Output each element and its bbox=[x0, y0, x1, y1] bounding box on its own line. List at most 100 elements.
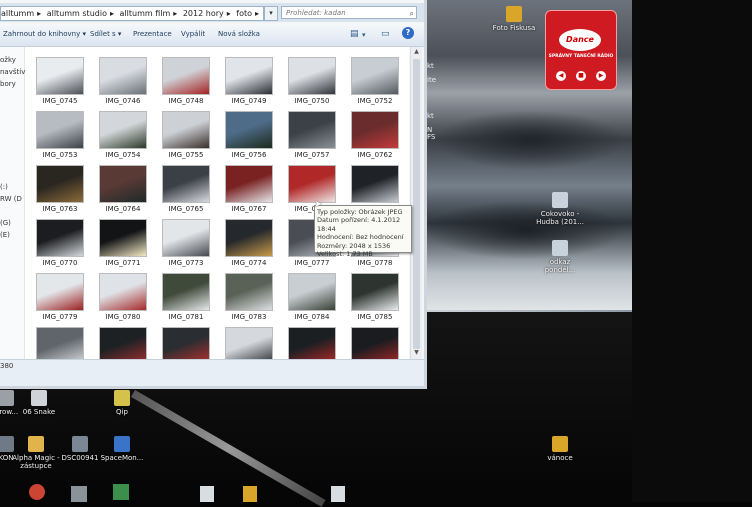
desktop-icon[interactable]: 06 Snake bbox=[15, 390, 63, 416]
next-icon[interactable]: ▶ bbox=[596, 71, 606, 81]
photo-thumbnail bbox=[99, 273, 147, 311]
address-dropdown-button[interactable]: ▾ bbox=[264, 6, 278, 21]
thumbnail-item[interactable]: IMG_0771 bbox=[92, 219, 154, 267]
thumbnail-item[interactable]: IMG_0754 bbox=[92, 111, 154, 159]
thumbnail-label: IMG_0756 bbox=[231, 151, 267, 159]
new-folder-button[interactable]: Nová složka bbox=[218, 30, 260, 38]
file-list[interactable]: IMG_0745 IMG_0746 IMG_0748 IMG_0749 IMG_0750… bbox=[25, 47, 409, 365]
app-icon[interactable] bbox=[29, 484, 45, 500]
preview-pane-icon[interactable]: ▭ bbox=[381, 29, 390, 39]
file-icon bbox=[552, 240, 568, 256]
photo-thumbnail bbox=[36, 165, 84, 203]
nav-item[interactable]: bory bbox=[0, 80, 16, 88]
photo-thumbnail bbox=[162, 273, 210, 311]
thumbnail-item[interactable]: IMG_0745 bbox=[29, 57, 91, 105]
breadcrumb-item[interactable]: foto bbox=[236, 9, 252, 18]
thumbnail-item[interactable]: IMG_0764 bbox=[92, 165, 154, 213]
desktop-icon-folder[interactable]: vánoce bbox=[536, 436, 584, 462]
thumbnail-item[interactable]: IMG_0785 bbox=[344, 273, 406, 321]
thumbnail-item[interactable]: IMG_0773 bbox=[155, 219, 217, 267]
nav-item[interactable]: (G) bbox=[0, 219, 11, 227]
thumbnail-item[interactable]: IMG_0783 bbox=[218, 273, 280, 321]
thumbnail-item[interactable]: IMG_0770 bbox=[29, 219, 91, 267]
thumbnail-item[interactable]: IMG_0753 bbox=[29, 111, 91, 159]
view-options-icon[interactable]: ▤ bbox=[350, 29, 359, 39]
photo-thumbnail bbox=[162, 219, 210, 257]
thumbnail-item[interactable]: IMG_0752 bbox=[344, 57, 406, 105]
desktop-icon-shortcut[interactable]: odkaz ponděl... bbox=[536, 240, 584, 274]
thumbnail-item[interactable]: IMG_0768 bbox=[281, 165, 343, 213]
image-icon[interactable] bbox=[71, 486, 87, 502]
thumbnail-item[interactable]: IMG_0767 bbox=[218, 165, 280, 213]
desktop-icon-shortcut[interactable]: Cokovoko - Hudba (201... bbox=[536, 192, 584, 226]
thumbnail-item[interactable]: IMG_0769 bbox=[344, 165, 406, 213]
desktop-icon-folder[interactable]: Foto Fiskusa bbox=[490, 6, 538, 32]
thumbnail-item[interactable]: IMG_0757 bbox=[281, 111, 343, 159]
nav-item[interactable]: (E) bbox=[0, 231, 10, 239]
desktop-icon[interactable]: DSC00941 bbox=[56, 436, 104, 462]
thumbnail-label: IMG_0779 bbox=[42, 313, 78, 321]
thumbnail-item[interactable]: IMG_0748 bbox=[155, 57, 217, 105]
desktop-icon[interactable]: Qip bbox=[98, 390, 146, 416]
tooltip-date: Datum pořízení: 4.1.2012 18:44 bbox=[317, 216, 401, 233]
thumbnail-label: IMG_0784 bbox=[294, 313, 330, 321]
tooltip-type: Typ položky: Obrázek JPEG bbox=[317, 208, 403, 216]
item-count: 380 bbox=[0, 362, 14, 370]
play-icon[interactable]: ◀ bbox=[556, 71, 566, 81]
thumbnail-item[interactable]: IMG_0784 bbox=[281, 273, 343, 321]
include-in-library-button[interactable]: Zahrnout do knihovny ▾ bbox=[3, 30, 86, 38]
thumbnail-item[interactable]: IMG_0755 bbox=[155, 111, 217, 159]
breadcrumb-item[interactable]: alltumm bbox=[1, 9, 34, 18]
breadcrumb-item[interactable]: 2012 hory bbox=[183, 9, 224, 18]
thumbnail-item[interactable]: IMG_0781 bbox=[155, 273, 217, 321]
scroll-thumb[interactable] bbox=[413, 59, 420, 349]
thumbnail-item[interactable]: IMG_0765 bbox=[155, 165, 217, 213]
thumbnail-item[interactable]: IMG_0746 bbox=[92, 57, 154, 105]
breadcrumb-item[interactable]: alltumm studio bbox=[47, 9, 107, 18]
burn-button[interactable]: Vypálit bbox=[181, 30, 205, 38]
scroll-up-icon[interactable]: ▲ bbox=[412, 48, 421, 57]
desktop-icon[interactable]: SpaceMon... bbox=[98, 436, 146, 462]
side-label: kt bbox=[427, 62, 434, 70]
radio-gadget[interactable]: Dance SPRÁVNÝ TANEČNÍ RÁDIO ◀ ■ ▶ bbox=[545, 10, 617, 90]
file-icon[interactable] bbox=[200, 486, 214, 502]
photo-thumbnail bbox=[162, 111, 210, 149]
command-bar: Zahrnout do knihovny ▾ Sdílet s ▾ Prezen… bbox=[0, 24, 424, 47]
thumbnail-item[interactable]: IMG_0750 bbox=[281, 57, 343, 105]
thumbnail-item[interactable]: IMG_0774 bbox=[218, 219, 280, 267]
thumbnail-item[interactable]: IMG_0762 bbox=[344, 111, 406, 159]
thumbnail-label: IMG_0764 bbox=[105, 205, 141, 213]
scrollbar[interactable]: ▲ ▼ bbox=[410, 47, 422, 359]
pause-icon[interactable]: ■ bbox=[576, 71, 586, 81]
breadcrumb-item[interactable]: alltumm film bbox=[120, 9, 171, 18]
view-dropdown-icon[interactable]: ▾ bbox=[362, 31, 366, 39]
app-icon bbox=[114, 436, 130, 452]
thumbnail-label: IMG_0778 bbox=[357, 259, 393, 267]
help-icon[interactable]: ? bbox=[402, 27, 414, 39]
slideshow-button[interactable]: Prezentace bbox=[133, 30, 172, 38]
search-input[interactable]: Prohledat: kadan ⌕ bbox=[281, 6, 417, 19]
side-label: ite bbox=[427, 76, 436, 84]
thumbnail-item[interactable]: IMG_0756 bbox=[218, 111, 280, 159]
photo-thumbnail bbox=[351, 57, 399, 95]
thumbnail-label: IMG_0749 bbox=[231, 97, 267, 105]
breadcrumb[interactable]: alltumm ▸ alltumm studio ▸ alltumm film ▸ 2… bbox=[0, 6, 264, 21]
navigation-pane[interactable]: ožky navštíver bory (:) RW (D (G) (E) bbox=[0, 47, 33, 359]
folder-icon[interactable] bbox=[243, 486, 257, 502]
desktop-icon[interactable]: Alpha Magic - zástupce bbox=[12, 436, 60, 470]
file-icon[interactable] bbox=[331, 486, 345, 502]
explorer-window[interactable]: alltumm ▸ alltumm studio ▸ alltumm film ▸ 2… bbox=[0, 0, 427, 389]
thumbnail-label: IMG_0765 bbox=[168, 205, 204, 213]
share-button[interactable]: Sdílet s ▾ bbox=[90, 30, 121, 38]
thumbnail-item[interactable]: IMG_0763 bbox=[29, 165, 91, 213]
nav-item[interactable]: (:) bbox=[0, 183, 8, 191]
search-icon[interactable]: ⌕ bbox=[410, 7, 414, 20]
thumbnail-item[interactable]: IMG_0749 bbox=[218, 57, 280, 105]
thumbnail-item[interactable]: IMG_0780 bbox=[92, 273, 154, 321]
app-icon[interactable] bbox=[113, 484, 129, 500]
mouse-cursor-icon: ➤ bbox=[314, 199, 323, 210]
nav-item[interactable]: RW (D bbox=[0, 195, 22, 203]
nav-item[interactable]: ožky bbox=[0, 56, 16, 64]
thumbnail-item[interactable]: IMG_0779 bbox=[29, 273, 91, 321]
scroll-down-icon[interactable]: ▼ bbox=[412, 349, 421, 358]
